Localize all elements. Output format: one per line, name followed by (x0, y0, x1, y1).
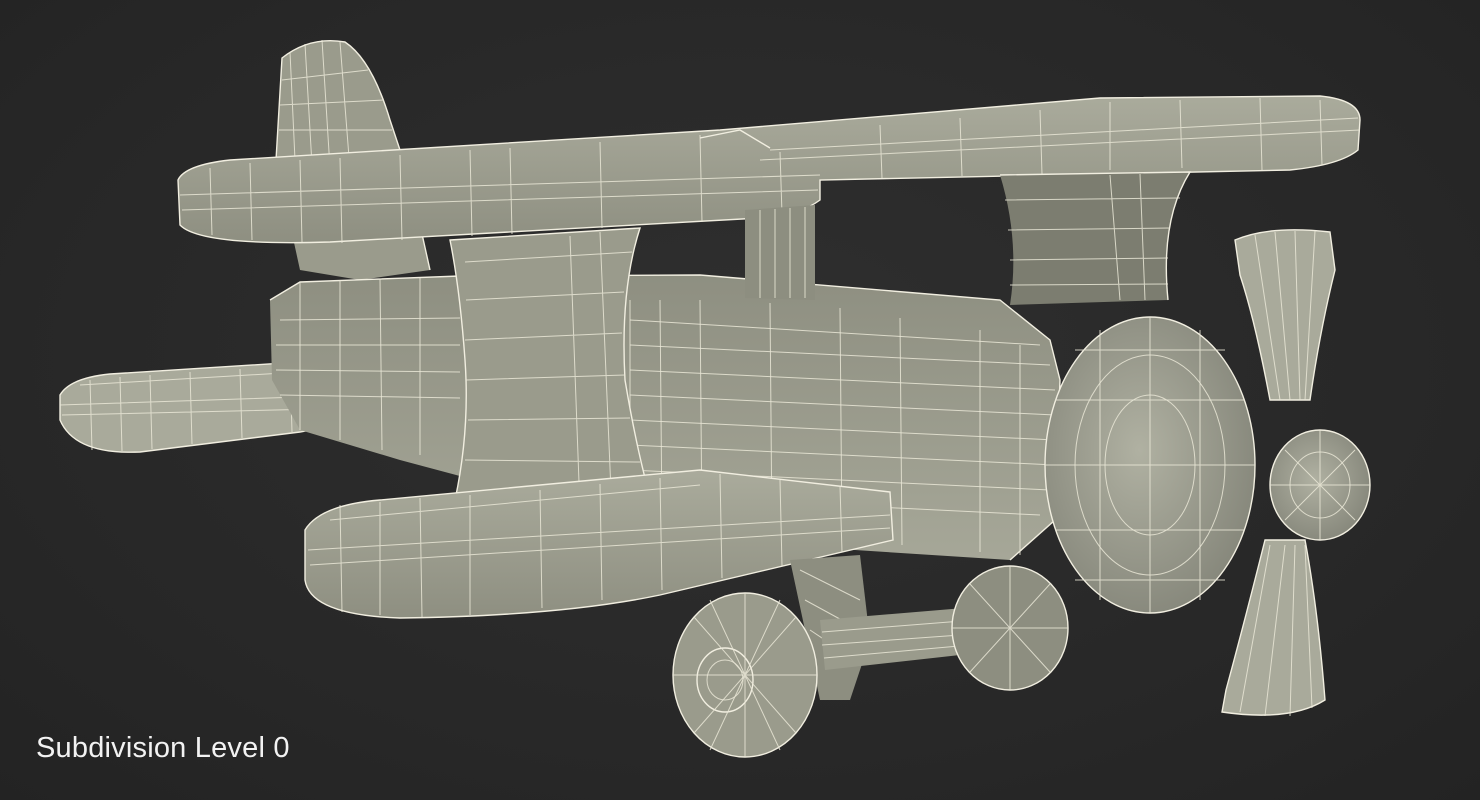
render-viewport: Subdivision Level 0 (0, 0, 1480, 800)
landing-gear (672, 555, 1069, 758)
engine-cowling (1044, 316, 1256, 614)
rear-wheel (951, 565, 1069, 691)
subdivision-level-caption: Subdivision Level 0 (36, 732, 290, 764)
biplane-wireframe-render (59, 39, 1371, 758)
front-wheel (672, 592, 818, 758)
